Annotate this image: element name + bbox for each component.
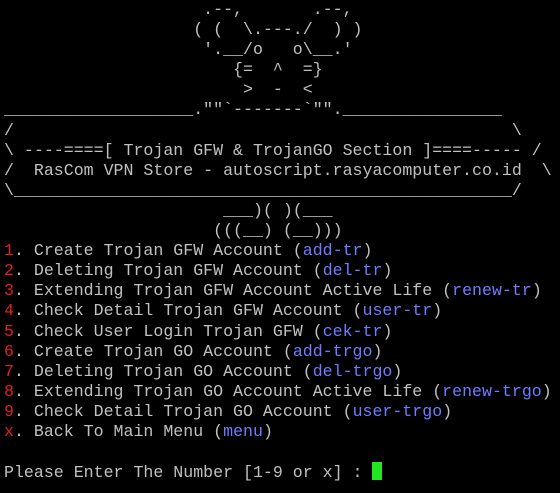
menu-label: Check User Login Trojan GFW [33,321,303,341]
banner-store-name: / RasCom VPN Store - autoscript.rasyacom… [4,160,552,180]
menu-item-del-trgo[interactable]: 7. Deleting Trojan GO Account (del-trgo) [4,362,560,382]
command-prompt[interactable]: Please Enter The Number [1-9 or x] : [4,462,560,482]
menu-item-add-trgo[interactable]: 6. Create Trojan GO Account (add-trgo) [4,342,560,362]
menu-number: x [4,421,14,441]
menu-command: add-tr [302,241,363,261]
menu-number: 8 [4,381,14,401]
banner-line: > - < [4,80,313,100]
menu-item-main-menu[interactable]: x. Back To Main Menu (menu) [4,422,560,442]
menu-label: Create Trojan GFW Account [33,241,283,261]
menu-label: Extending Trojan GFW Account Active Life [33,281,433,301]
ascii-banner: .--, .--, ( ( \.---./ ) ) '.__/o o\__.' … [4,0,560,241]
terminal-window[interactable]: .--, .--, ( ( \.---./ ) ) '.__/o o\__.' … [0,0,560,493]
menu-number: 2 [4,261,14,281]
menu-label: Check Detail Trojan GO Account [33,401,333,421]
menu-item-renew-tr[interactable]: 3. Extending Trojan GFW Account Active L… [4,281,560,301]
text-cursor[interactable] [372,462,383,481]
menu-number: 7 [4,361,14,381]
menu-command: del-tr [322,261,383,281]
menu-number: 3 [4,281,14,301]
menu-command: user-tr [362,301,433,321]
banner-line: / \ [4,120,522,140]
menu-command: renew-trgo [442,381,542,401]
menu-list: 1. Create Trojan GFW Account (add-tr) 2.… [4,241,560,442]
menu-number: 5 [4,321,14,341]
menu-number: 9 [4,401,14,421]
banner-line: \_______________________________________… [4,180,522,200]
banner-line: ( ( \.---./ ) ) [4,20,363,40]
menu-item-user-trgo[interactable]: 9. Check Detail Trojan GO Account (user-… [4,402,560,422]
menu-command: add-trgo [292,341,373,361]
menu-label: Back To Main Menu [33,421,204,441]
menu-item-user-tr[interactable]: 4. Check Detail Trojan GFW Account (user… [4,301,560,321]
menu-command: cek-tr [322,321,383,341]
menu-label: Deleting Trojan GFW Account [33,261,303,281]
menu-label: Extending Trojan GO Account Active Life [33,381,423,401]
menu-command: renew-tr [452,281,532,301]
banner-line: ___)( )(___ [4,200,333,220]
menu-item-add-tr[interactable]: 1. Create Trojan GFW Account (add-tr) [4,241,560,261]
menu-command: user-trgo [352,401,443,421]
menu-number: 6 [4,341,14,361]
menu-number: 1 [4,241,14,261]
banner-line: '.__/o o\__.' [4,40,353,60]
banner-section-title: \ ----====[ Trojan GFW & TrojanGO Sectio… [4,140,542,160]
menu-item-del-tr[interactable]: 2. Deleting Trojan GFW Account (del-tr) [4,261,560,281]
prompt-text: Please Enter The Number [1-9 or x] : [4,463,373,483]
menu-command: menu [223,421,263,441]
banner-line: {= ^ =} [4,60,323,80]
menu-label: Create Trojan GO Account [33,341,273,361]
menu-item-renew-trgo[interactable]: 8. Extending Trojan GO Account Active Li… [4,382,560,402]
menu-label: Deleting Trojan GO Account [33,361,293,381]
menu-label: Check Detail Trojan GFW Account [33,301,343,321]
menu-command: del-trgo [312,361,393,381]
banner-line: .--, .--, [4,0,353,19]
menu-number: 4 [4,301,14,321]
banner-line: (((__) (__))) [4,221,343,241]
banner-line: ___________________.""`-------`"".______… [4,100,502,120]
menu-item-cek-tr[interactable]: 5. Check User Login Trojan GFW (cek-tr) [4,322,560,342]
